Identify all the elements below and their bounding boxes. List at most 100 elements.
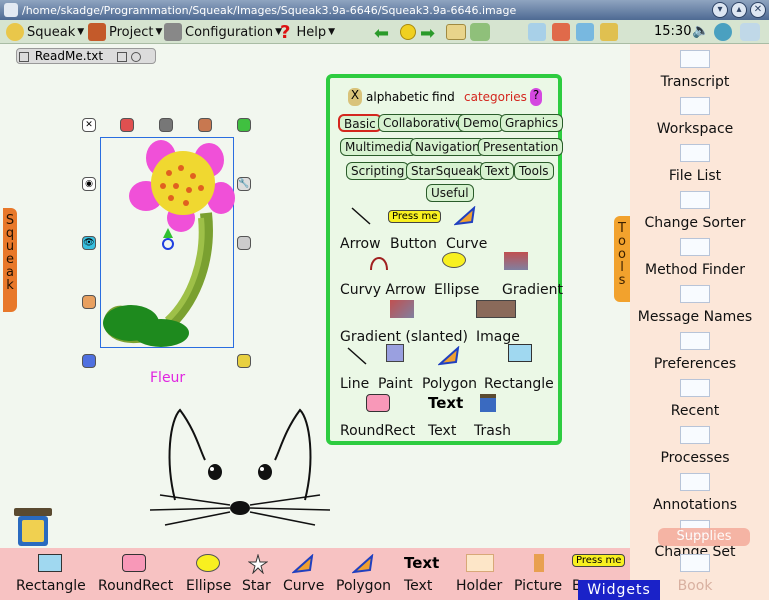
halo-collapse-icon[interactable]: ◉: [82, 177, 96, 191]
category-multimedia[interactable]: Multimedia: [340, 138, 417, 156]
readme-window-collapsed[interactable]: ReadMe.txt: [16, 48, 156, 64]
tool-recent[interactable]: Recent: [630, 403, 760, 419]
help-button[interactable]: ?: [530, 88, 542, 106]
speaker-icon[interactable]: 🔈: [692, 23, 709, 39]
supply-text-icon: Text: [404, 554, 440, 572]
category-text[interactable]: Text: [480, 162, 515, 180]
tool-file-list[interactable]: File List: [630, 168, 760, 184]
globe-icon[interactable]: [714, 23, 732, 41]
part-rectangle[interactable]: Rectangle: [484, 376, 554, 392]
part-paint[interactable]: Paint: [378, 376, 413, 392]
part-gradient[interactable]: Gradient: [502, 282, 563, 298]
supply-polygon[interactable]: Polygon: [336, 578, 391, 594]
supply-ellipse[interactable]: Ellipse: [186, 578, 231, 594]
minimize-icon[interactable]: ▾: [712, 2, 728, 18]
halo-delete-icon[interactable]: ✕: [82, 118, 96, 132]
tool-change-sorter[interactable]: Change Sorter: [630, 215, 760, 231]
tab-categories[interactable]: categories: [464, 90, 527, 104]
category-starsqueak[interactable]: StarSqueak: [406, 162, 486, 180]
squeak-flap-label: S q u e a k: [5, 213, 15, 293]
shapes-icon[interactable]: [576, 23, 594, 41]
trash-can-icon[interactable]: [8, 504, 58, 548]
halo-tile-icon[interactable]: [237, 236, 251, 250]
category-tools[interactable]: Tools: [514, 162, 554, 180]
objects-tool-icon[interactable]: [528, 23, 546, 41]
maximize-icon[interactable]: ▴: [731, 2, 747, 18]
tool-processes[interactable]: Processes: [630, 450, 760, 466]
halo-grab-icon[interactable]: [159, 118, 173, 132]
halo-rotate-icon[interactable]: [82, 354, 96, 368]
supplies-icon[interactable]: [600, 23, 618, 41]
widgets-flap-tab[interactable]: Widgets: [578, 580, 660, 600]
tool-preferences[interactable]: Preferences: [630, 356, 760, 372]
flower-morph[interactable]: [100, 137, 235, 348]
close-icon[interactable]: ✕: [750, 2, 766, 18]
halo-drag-icon[interactable]: [198, 118, 212, 132]
part-trash[interactable]: Trash: [474, 423, 511, 439]
supply-rectangle[interactable]: Rectangle: [16, 578, 86, 594]
forward-arrow-icon[interactable]: ➡: [420, 23, 435, 44]
squeak-flap-tab[interactable]: S q u e a k: [3, 208, 17, 312]
tool-method-finder[interactable]: Method Finder: [630, 262, 760, 278]
category-navigation[interactable]: Navigation: [410, 138, 485, 156]
help-menu[interactable]: ? Help ▼: [280, 22, 335, 43]
tool-annotations[interactable]: Annotations: [630, 497, 760, 513]
part-button[interactable]: Button: [390, 236, 437, 252]
morph-name-label[interactable]: Fleur: [150, 370, 185, 386]
configuration-menu[interactable]: Configuration ▼: [164, 23, 282, 41]
squeak-menu[interactable]: Squeak ▼: [6, 23, 84, 41]
supply-star[interactable]: Star: [242, 578, 271, 594]
supply-holder-icon: [466, 554, 494, 572]
squeak-logo-icon[interactable]: [740, 23, 760, 41]
halo-viewer-icon[interactable]: 👁: [82, 236, 96, 250]
part-arrow[interactable]: Arrow: [340, 236, 381, 252]
category-collaborative[interactable]: Collaborative: [378, 114, 468, 132]
supply-holder[interactable]: Holder: [456, 578, 502, 594]
halo-debug-icon[interactable]: 🔧: [237, 177, 251, 191]
part-polygon[interactable]: Polygon: [422, 376, 477, 392]
home-circle-icon[interactable]: [400, 24, 416, 40]
tools-flap-tab[interactable]: T o o l s: [614, 216, 630, 302]
part-text[interactable]: Text: [428, 423, 456, 439]
project-menu[interactable]: Project ▼: [88, 23, 162, 41]
category-presentation[interactable]: Presentation: [478, 138, 564, 156]
cat-sketch: [149, 408, 331, 526]
close-objects-button[interactable]: X: [348, 88, 362, 106]
collapse-icon[interactable]: [116, 51, 127, 62]
part-curvy-arrow[interactable]: Curvy Arrow: [340, 282, 426, 298]
category-useful[interactable]: Useful: [426, 184, 474, 202]
halo-resize-icon[interactable]: [237, 354, 251, 368]
part-ellipse[interactable]: Ellipse: [434, 282, 479, 298]
expand-icon[interactable]: [130, 51, 141, 62]
window-menu-icon[interactable]: [19, 51, 29, 62]
supply-curve[interactable]: Curve: [283, 578, 324, 594]
part-roundrect[interactable]: RoundRect: [340, 423, 415, 439]
supply-roundrect[interactable]: RoundRect: [98, 578, 173, 594]
supplies-flap-tab[interactable]: Supplies: [658, 528, 750, 546]
part-gradient-slanted-[interactable]: Gradient (slanted): [340, 329, 468, 345]
halo-menu-icon[interactable]: [120, 118, 134, 132]
part-line[interactable]: Line: [340, 376, 369, 392]
tool-message-names[interactable]: Message Names: [630, 309, 760, 325]
category-graphics[interactable]: Graphics: [500, 114, 563, 132]
part-image[interactable]: Image: [476, 329, 520, 345]
paint-brush-icon[interactable]: [552, 23, 570, 41]
paint-palette-icon[interactable]: [446, 24, 466, 40]
tools-icon: [164, 23, 182, 41]
supply-picture[interactable]: Picture: [514, 578, 562, 594]
tool-transcript[interactable]: Transcript: [630, 74, 760, 90]
text-icon: Text: [428, 394, 464, 412]
category-basic[interactable]: Basic: [338, 114, 382, 132]
part-curve[interactable]: Curve: [446, 236, 487, 252]
category-demo[interactable]: Demo: [458, 114, 504, 132]
publish-icon[interactable]: [470, 23, 490, 41]
category-scripting[interactable]: Scripting: [346, 162, 410, 180]
tool-workspace[interactable]: Workspace: [630, 121, 760, 137]
tab-find[interactable]: find: [432, 90, 455, 104]
tool-thumbnail: [680, 426, 710, 444]
tab-alphabetic[interactable]: alphabetic: [366, 90, 429, 104]
supply-text[interactable]: Text: [404, 578, 432, 594]
halo-duplicate-icon[interactable]: [237, 118, 251, 132]
halo-rename-icon[interactable]: [82, 295, 96, 309]
back-arrow-icon[interactable]: ⬅: [374, 23, 389, 44]
